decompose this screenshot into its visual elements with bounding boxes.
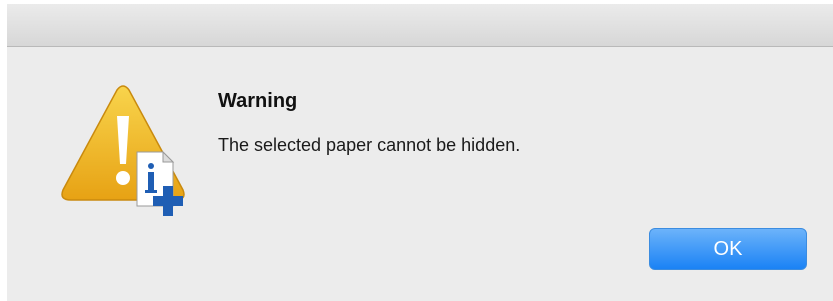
warning-icon — [55, 82, 195, 222]
dialog-titlebar[interactable] — [7, 4, 833, 47]
dialog-message: The selected paper cannot be hidden. — [218, 135, 521, 155]
warning-dialog: Warning The selected paper cannot be hid… — [7, 4, 833, 301]
ok-button[interactable]: OK — [649, 228, 807, 270]
dialog-title: Warning — [218, 90, 298, 112]
